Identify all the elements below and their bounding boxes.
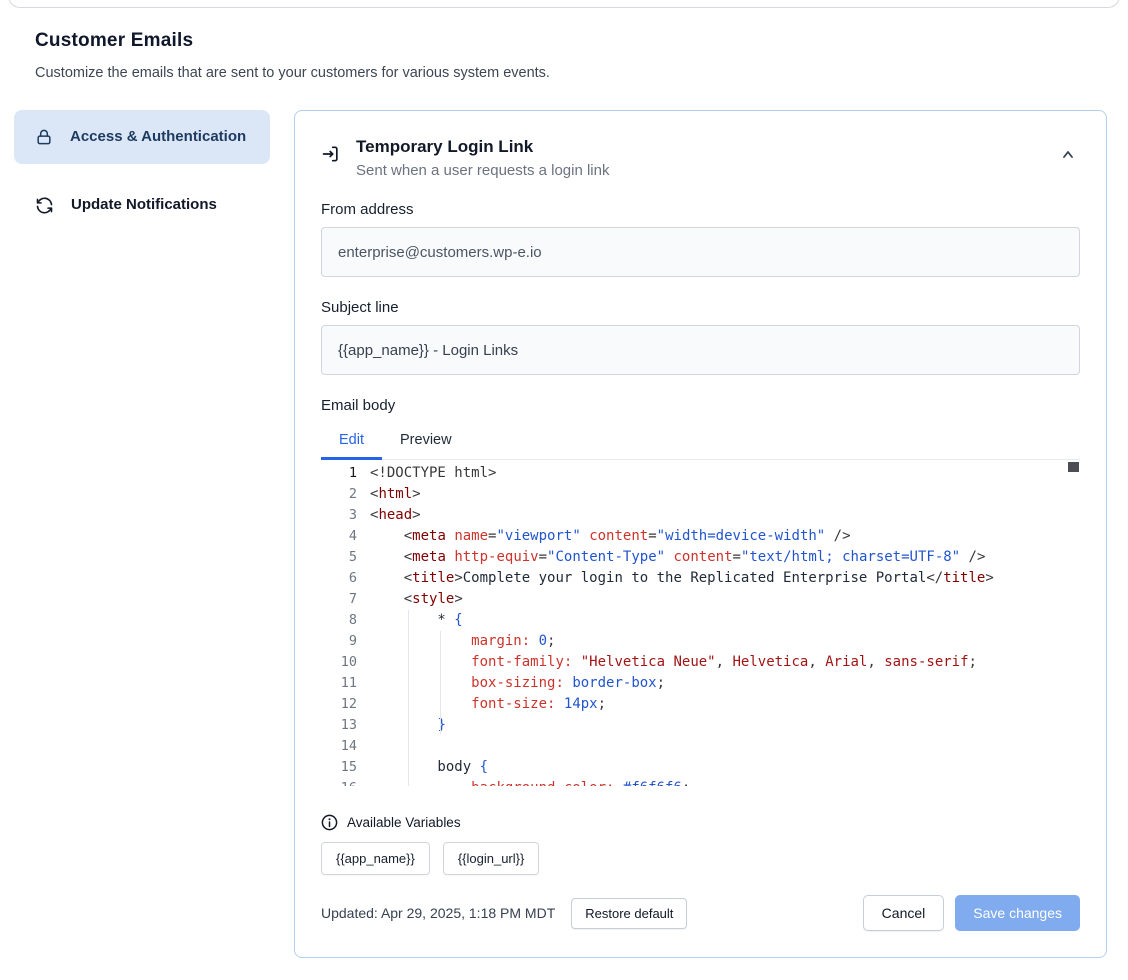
subject-line-input[interactable] xyxy=(321,325,1080,375)
code-line[interactable]: 5 <meta http-equiv="Content-Type" conten… xyxy=(321,547,1080,568)
available-variables-header: Available Variables xyxy=(321,814,1080,831)
save-changes-button[interactable]: Save changes xyxy=(955,895,1080,931)
code-line[interactable]: 11 box-sizing: border-box; xyxy=(321,673,1080,694)
login-icon xyxy=(321,144,341,164)
code-line[interactable]: 4 <meta name="viewport" content="width=d… xyxy=(321,526,1080,547)
tab-preview[interactable]: Preview xyxy=(382,423,470,460)
subject-line-label: Subject line xyxy=(321,299,1080,317)
sidebar-item-label: Access & Authentication xyxy=(70,125,246,149)
code-text: * { xyxy=(370,610,463,631)
updated-timestamp: Updated: Apr 29, 2025, 1:18 PM MDT xyxy=(321,905,555,921)
card-subtitle: Sent when a user requests a login link xyxy=(356,162,609,179)
line-number: 1 xyxy=(321,463,370,484)
code-text: <head> xyxy=(370,505,421,526)
card-title: Temporary Login Link xyxy=(356,137,609,157)
code-editor[interactable]: 1<!DOCTYPE html>2<html>3<head>4 <meta na… xyxy=(321,460,1080,786)
line-number: 8 xyxy=(321,610,370,631)
code-line[interactable]: 13 } xyxy=(321,715,1080,736)
line-number: 3 xyxy=(321,505,370,526)
code-line[interactable]: 9 margin: 0; xyxy=(321,631,1080,652)
code-text: font-size: 14px; xyxy=(370,694,606,715)
line-number: 7 xyxy=(321,589,370,610)
variable-chip-login-url[interactable]: {{login_url}} xyxy=(443,842,540,875)
line-number: 16 xyxy=(321,778,370,786)
sidebar-item-update-notifications[interactable]: Update Notifications xyxy=(14,178,270,232)
line-number: 5 xyxy=(321,547,370,568)
collapse-chevron-icon[interactable] xyxy=(1056,143,1080,167)
line-number: 9 xyxy=(321,631,370,652)
card-footer: Updated: Apr 29, 2025, 1:18 PM MDT Resto… xyxy=(321,895,1080,931)
page-title: Customer Emails xyxy=(35,30,550,52)
card-header: Temporary Login Link Sent when a user re… xyxy=(321,137,1080,179)
variable-chip-app-name[interactable]: {{app_name}} xyxy=(321,842,430,875)
cancel-button[interactable]: Cancel xyxy=(863,895,945,931)
page-subtitle: Customize the emails that are sent to yo… xyxy=(35,65,550,81)
code-text: <title>Complete your login to the Replic… xyxy=(370,568,994,589)
page-header: Customer Emails Customize the emails tha… xyxy=(35,30,550,81)
line-number: 4 xyxy=(321,526,370,547)
editor-tab-bar: Edit Preview xyxy=(321,423,1080,460)
code-text: <meta http-equiv="Content-Type" content=… xyxy=(370,547,985,568)
code-line[interactable]: 15 body { xyxy=(321,757,1080,778)
sidebar-item-label: Update Notifications xyxy=(71,193,217,217)
code-line[interactable]: 14 xyxy=(321,736,1080,757)
settings-card: Temporary Login Link Sent when a user re… xyxy=(294,110,1107,958)
code-line[interactable]: 16 background-color: #f6f6f6; xyxy=(321,778,1080,786)
code-line[interactable]: 3<head> xyxy=(321,505,1080,526)
line-number: 15 xyxy=(321,757,370,778)
card-header-text: Temporary Login Link Sent when a user re… xyxy=(356,137,609,179)
sidebar: Access & Authentication Update Notificat… xyxy=(14,110,270,232)
email-body-label: Email body xyxy=(321,397,1080,415)
code-line[interactable]: 1<!DOCTYPE html> xyxy=(321,463,1080,484)
top-card-edge-divider xyxy=(8,0,1120,8)
code-text: <style> xyxy=(370,589,463,610)
code-text: box-sizing: border-box; xyxy=(370,673,665,694)
code-lines: 1<!DOCTYPE html>2<html>3<head>4 <meta na… xyxy=(321,463,1080,786)
refresh-icon xyxy=(34,195,55,216)
code-text: <html> xyxy=(370,484,421,505)
line-number: 12 xyxy=(321,694,370,715)
tab-edit[interactable]: Edit xyxy=(321,423,382,460)
from-address-label: From address xyxy=(321,201,1080,219)
indent-guide xyxy=(408,610,409,786)
sidebar-item-access-authentication[interactable]: Access & Authentication xyxy=(14,110,270,164)
code-line[interactable]: 8 * { xyxy=(321,610,1080,631)
indent-guide xyxy=(440,631,441,734)
line-number: 10 xyxy=(321,652,370,673)
lock-icon xyxy=(34,127,54,147)
info-icon xyxy=(321,814,338,831)
available-variables-label: Available Variables xyxy=(347,815,461,830)
code-line[interactable]: 7 <style> xyxy=(321,589,1080,610)
code-line[interactable]: 12 font-size: 14px; xyxy=(321,694,1080,715)
code-text: font-family: "Helvetica Neue", Helvetica… xyxy=(370,652,977,673)
code-text: <!DOCTYPE html> xyxy=(370,463,496,484)
line-number: 6 xyxy=(321,568,370,589)
from-address-input[interactable] xyxy=(321,227,1080,277)
code-text: body { xyxy=(370,757,488,778)
code-text: background-color: #f6f6f6; xyxy=(370,778,690,786)
code-line[interactable]: 10 font-family: "Helvetica Neue", Helvet… xyxy=(321,652,1080,673)
line-number: 13 xyxy=(321,715,370,736)
line-number: 2 xyxy=(321,484,370,505)
code-text: <meta name="viewport" content="width=dev… xyxy=(370,526,851,547)
code-text: margin: 0; xyxy=(370,631,555,652)
scrollbar-thumb[interactable] xyxy=(1068,462,1079,472)
restore-default-button[interactable]: Restore default xyxy=(571,898,687,929)
code-line[interactable]: 6 <title>Complete your login to the Repl… xyxy=(321,568,1080,589)
line-number: 14 xyxy=(321,736,370,757)
variable-chips: {{app_name}} {{login_url}} xyxy=(321,842,1080,875)
line-number: 11 xyxy=(321,673,370,694)
code-line[interactable]: 2<html> xyxy=(321,484,1080,505)
